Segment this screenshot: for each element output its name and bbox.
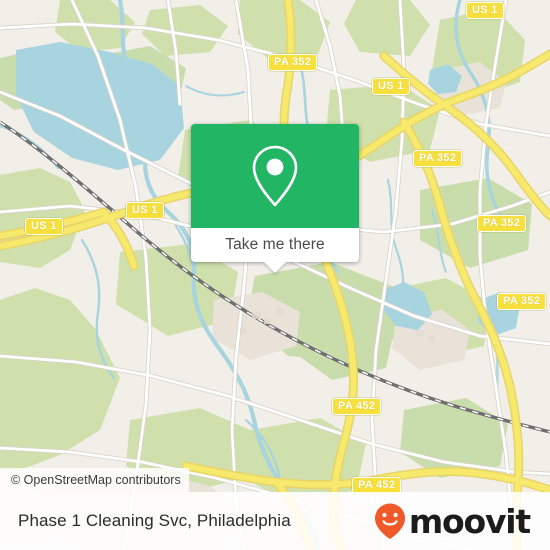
map-pin-icon xyxy=(252,145,298,207)
location-popup-card[interactable]: Take me there xyxy=(191,124,359,273)
road-shield-pa-352: PA 352 xyxy=(497,293,547,310)
moovit-wordmark: moovit xyxy=(408,501,531,541)
road-shield-us-1: US 1 xyxy=(25,218,63,235)
moovit-map-card: US 1 PA 352 US 1 PA 352 PA 352 US 1 US 1 PA 352… xyxy=(0,0,550,550)
take-me-there-label: Take me there xyxy=(225,236,325,253)
road-shield-us-1: US 1 xyxy=(466,2,504,19)
osm-attribution[interactable]: © OpenStreetMap contributors xyxy=(0,468,189,492)
popup-action-bar[interactable]: Take me there xyxy=(191,228,359,273)
popup-pin-area xyxy=(191,124,359,228)
footer-bar: Phase 1 Cleaning Svc, Philadelphia moovi… xyxy=(0,492,550,550)
moovit-logo[interactable]: moovit xyxy=(373,501,531,541)
road-shield-pa-352: PA 352 xyxy=(268,54,318,71)
road-shield-pa-452: PA 452 xyxy=(332,398,382,415)
place-title: Phase 1 Cleaning Svc, Philadelphia xyxy=(18,511,291,530)
popup-tail-pointer xyxy=(264,262,286,273)
road-shield-us-1: US 1 xyxy=(372,78,410,95)
road-shield-pa-352: PA 352 xyxy=(477,215,527,232)
osm-attribution-text: © OpenStreetMap contributors xyxy=(11,473,181,487)
road-shield-pa-352: PA 352 xyxy=(413,150,463,167)
moovit-smiley-pin-icon xyxy=(374,503,405,539)
road-shield-us-1: US 1 xyxy=(126,202,164,219)
